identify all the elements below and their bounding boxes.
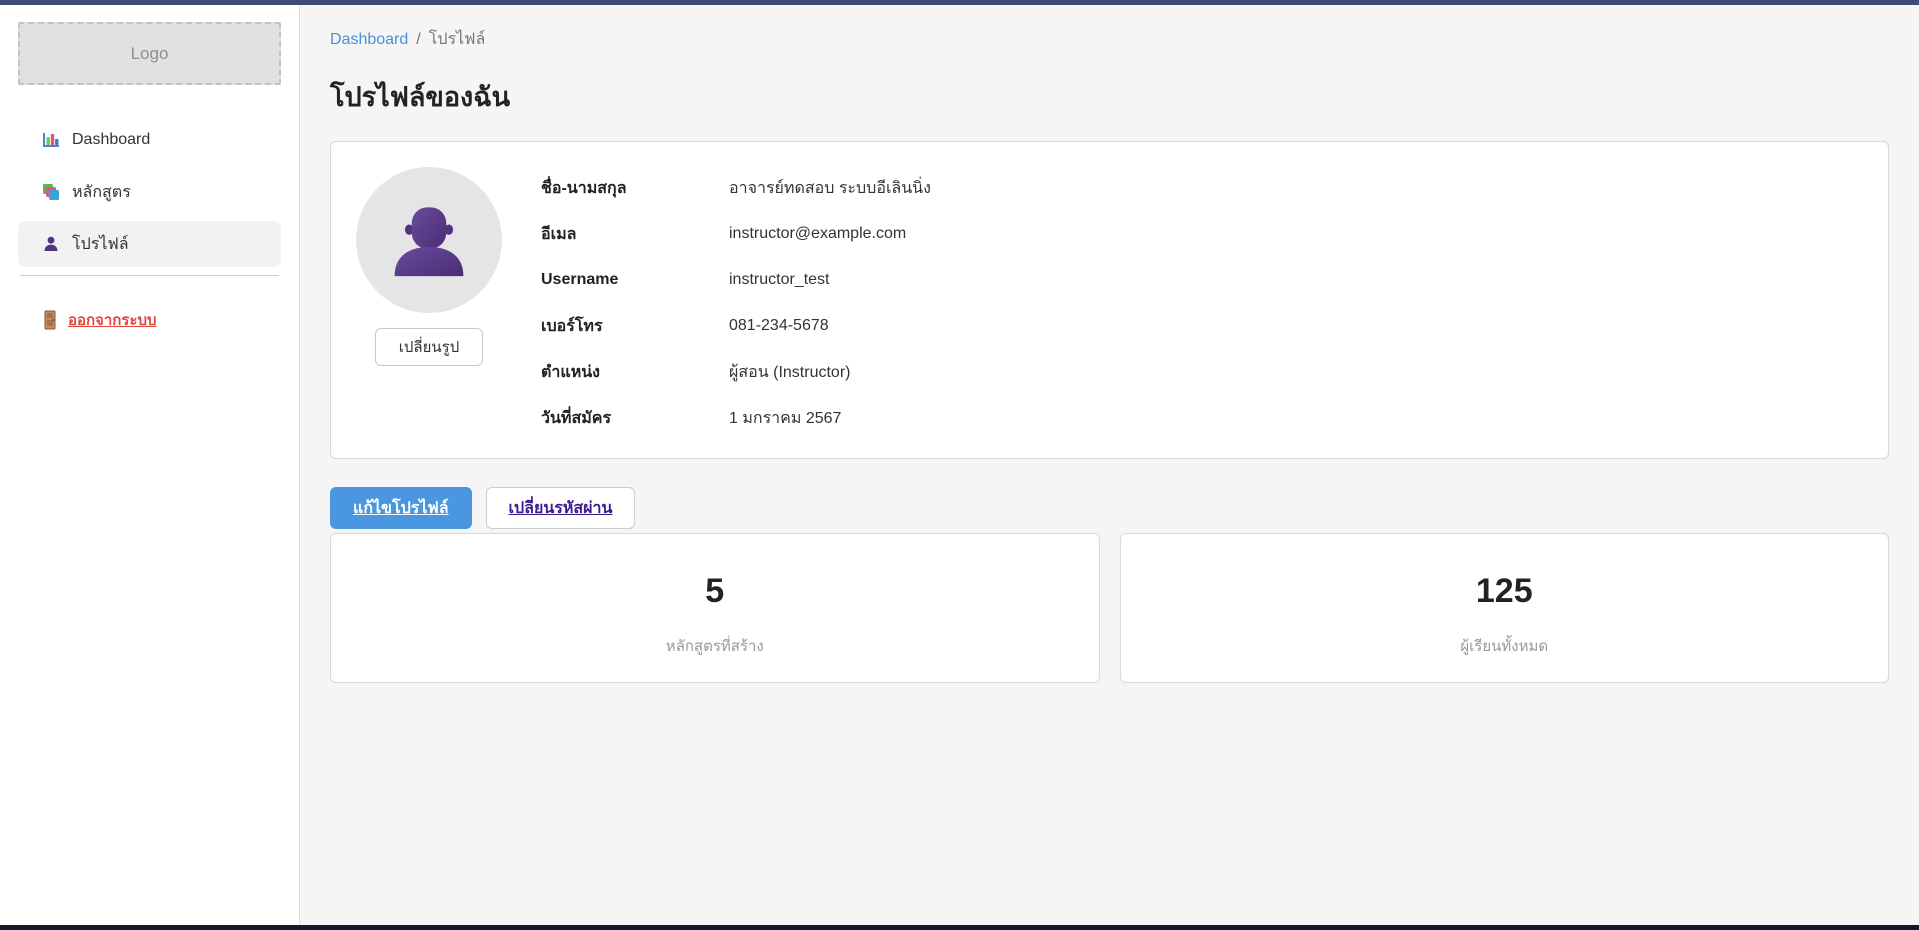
sidebar-item-label: หลักสูตร [72, 180, 131, 205]
door-icon [42, 310, 58, 330]
breadcrumb-current: โปรไฟล์ [429, 27, 486, 52]
page-layout: Logo Dashboard [0, 5, 1919, 930]
avatar-column: เปลี่ยนรูป [354, 167, 504, 458]
sidebar-divider [20, 275, 279, 276]
field-value: instructor@example.com [729, 225, 906, 243]
field-value: 1 มกราคม 2567 [729, 406, 841, 431]
field-label: เบอร์โทร [541, 314, 729, 339]
change-photo-button[interactable]: เปลี่ยนรูป [375, 328, 483, 366]
logout-link[interactable]: ออกจากระบบ [42, 308, 281, 332]
field-value: 081-234-5678 [729, 317, 829, 335]
field-value: instructor_test [729, 271, 829, 289]
books-icon [42, 183, 60, 201]
person-avatar-icon [386, 197, 472, 283]
field-label: ตำแหน่ง [541, 360, 729, 385]
edit-profile-button[interactable]: แก้ไขโปรไฟล์ [330, 487, 472, 529]
profile-actions: แก้ไขโปรไฟล์ เปลี่ยนรหัสผ่าน [330, 487, 1889, 529]
field-label: วันที่สมัคร [541, 406, 729, 431]
logo-text: Logo [131, 44, 169, 64]
avatar [356, 167, 502, 313]
stat-label: ผู้เรียนทั้งหมด [1460, 634, 1548, 658]
logo-placeholder: Logo [18, 22, 281, 85]
person-icon [42, 235, 60, 253]
bottom-accent-bar [0, 925, 1919, 930]
profile-card: เปลี่ยนรูป ชื่อ-นามสกุล อาจารย์ทดสอบ ระบ… [330, 141, 1889, 459]
field-value: อาจารย์ทดสอบ ระบบอีเลินนิ่ง [729, 176, 931, 201]
main-content: Dashboard / โปรไฟล์ โปรไฟล์ของฉัน [300, 5, 1919, 930]
sidebar-item-courses[interactable]: หลักสูตร [18, 169, 281, 215]
stat-card-courses-created: 5 หลักสูตรที่สร้าง [330, 533, 1100, 683]
stat-label: หลักสูตรที่สร้าง [666, 634, 764, 658]
field-label: ชื่อ-นามสกุล [541, 176, 729, 201]
stats-row: 5 หลักสูตรที่สร้าง 125 ผู้เรียนทั้งหมด [330, 533, 1889, 683]
field-label: อีเมล [541, 222, 729, 247]
breadcrumb-separator: / [416, 31, 420, 49]
sidebar-item-label: โปรไฟล์ [72, 232, 129, 257]
stat-value: 125 [1476, 570, 1533, 612]
field-row-phone: เบอร์โทร 081-234-5678 [541, 311, 931, 341]
sidebar-item-dashboard[interactable]: Dashboard [18, 117, 281, 163]
field-row-register-date: วันที่สมัคร 1 มกราคม 2567 [541, 403, 931, 433]
bar-chart-icon [42, 131, 60, 149]
sidebar-item-label: Dashboard [72, 131, 150, 149]
field-row-email: อีเมล instructor@example.com [541, 219, 931, 249]
page-title: โปรไฟล์ของฉัน [330, 75, 1889, 118]
breadcrumb-dashboard-link[interactable]: Dashboard [330, 31, 408, 49]
sidebar-item-profile[interactable]: โปรไฟล์ [18, 221, 281, 267]
stat-value: 5 [705, 570, 724, 612]
breadcrumb: Dashboard / โปรไฟล์ [330, 27, 1889, 52]
change-password-button[interactable]: เปลี่ยนรหัสผ่าน [486, 487, 636, 529]
field-row-position: ตำแหน่ง ผู้สอน (Instructor) [541, 357, 931, 387]
field-value: ผู้สอน (Instructor) [729, 360, 850, 385]
field-row-username: Username instructor_test [541, 265, 931, 295]
logout-label: ออกจากระบบ [68, 308, 157, 332]
field-label: Username [541, 271, 729, 289]
sidebar: Logo Dashboard [0, 5, 300, 930]
profile-fields: ชื่อ-นามสกุล อาจารย์ทดสอบ ระบบอีเลินนิ่ง… [541, 167, 931, 458]
field-row-name: ชื่อ-นามสกุล อาจารย์ทดสอบ ระบบอีเลินนิ่ง [541, 173, 931, 203]
stat-card-total-learners: 125 ผู้เรียนทั้งหมด [1120, 533, 1890, 683]
sidebar-nav: Dashboard หลักสูตร [18, 117, 281, 273]
